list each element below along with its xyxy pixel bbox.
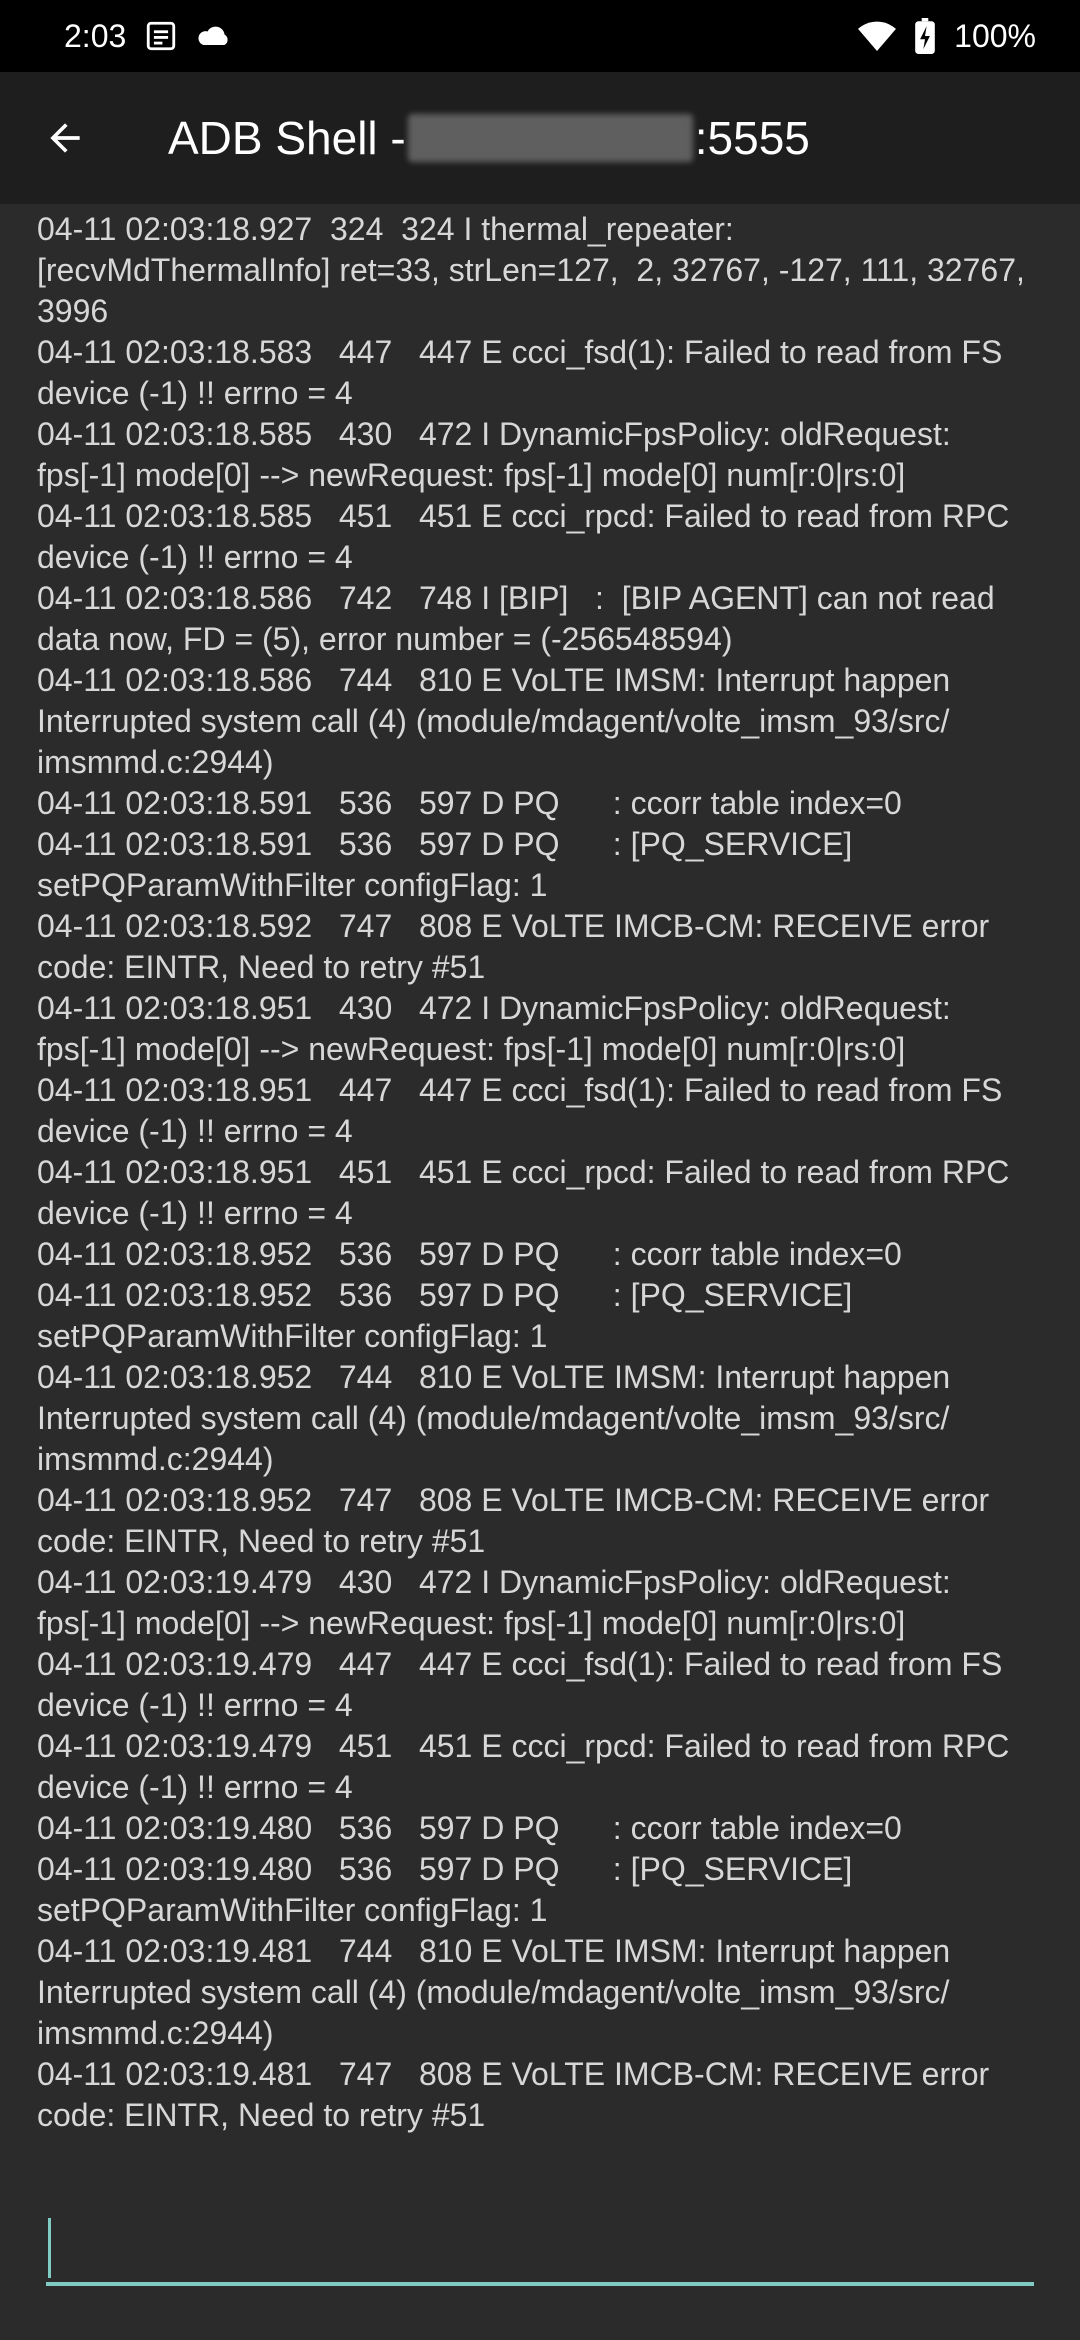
log-output-area[interactable]: 04-11 02:03:18.927 324 324 I thermal_rep…	[0, 204, 1080, 2166]
page-title: ADB Shell - :5555	[168, 111, 810, 165]
battery-percent: 100%	[954, 17, 1036, 54]
text-cursor	[48, 2218, 51, 2278]
redacted-ip-address	[407, 114, 693, 162]
status-bar: 2:03 100%	[0, 0, 1080, 72]
message-icon	[144, 19, 178, 53]
status-bar-right: 100%	[858, 18, 1036, 55]
battery-charging-icon	[914, 18, 936, 54]
title-port: :5555	[694, 112, 810, 164]
title-prefix: ADB Shell -	[168, 112, 406, 164]
command-input[interactable]	[46, 2210, 1034, 2282]
arrow-back-icon	[50, 123, 80, 153]
input-underline	[46, 2282, 1034, 2286]
log-text: 04-11 02:03:18.927 324 324 I thermal_rep…	[37, 211, 1025, 2133]
clock-time: 2:03	[64, 17, 127, 54]
back-button[interactable]	[32, 105, 98, 171]
wifi-icon	[858, 21, 897, 51]
cloud-icon	[196, 22, 232, 50]
command-input-container[interactable]	[46, 2210, 1034, 2286]
app-bar: ADB Shell - :5555	[0, 72, 1080, 204]
status-bar-left: 2:03	[64, 18, 232, 55]
